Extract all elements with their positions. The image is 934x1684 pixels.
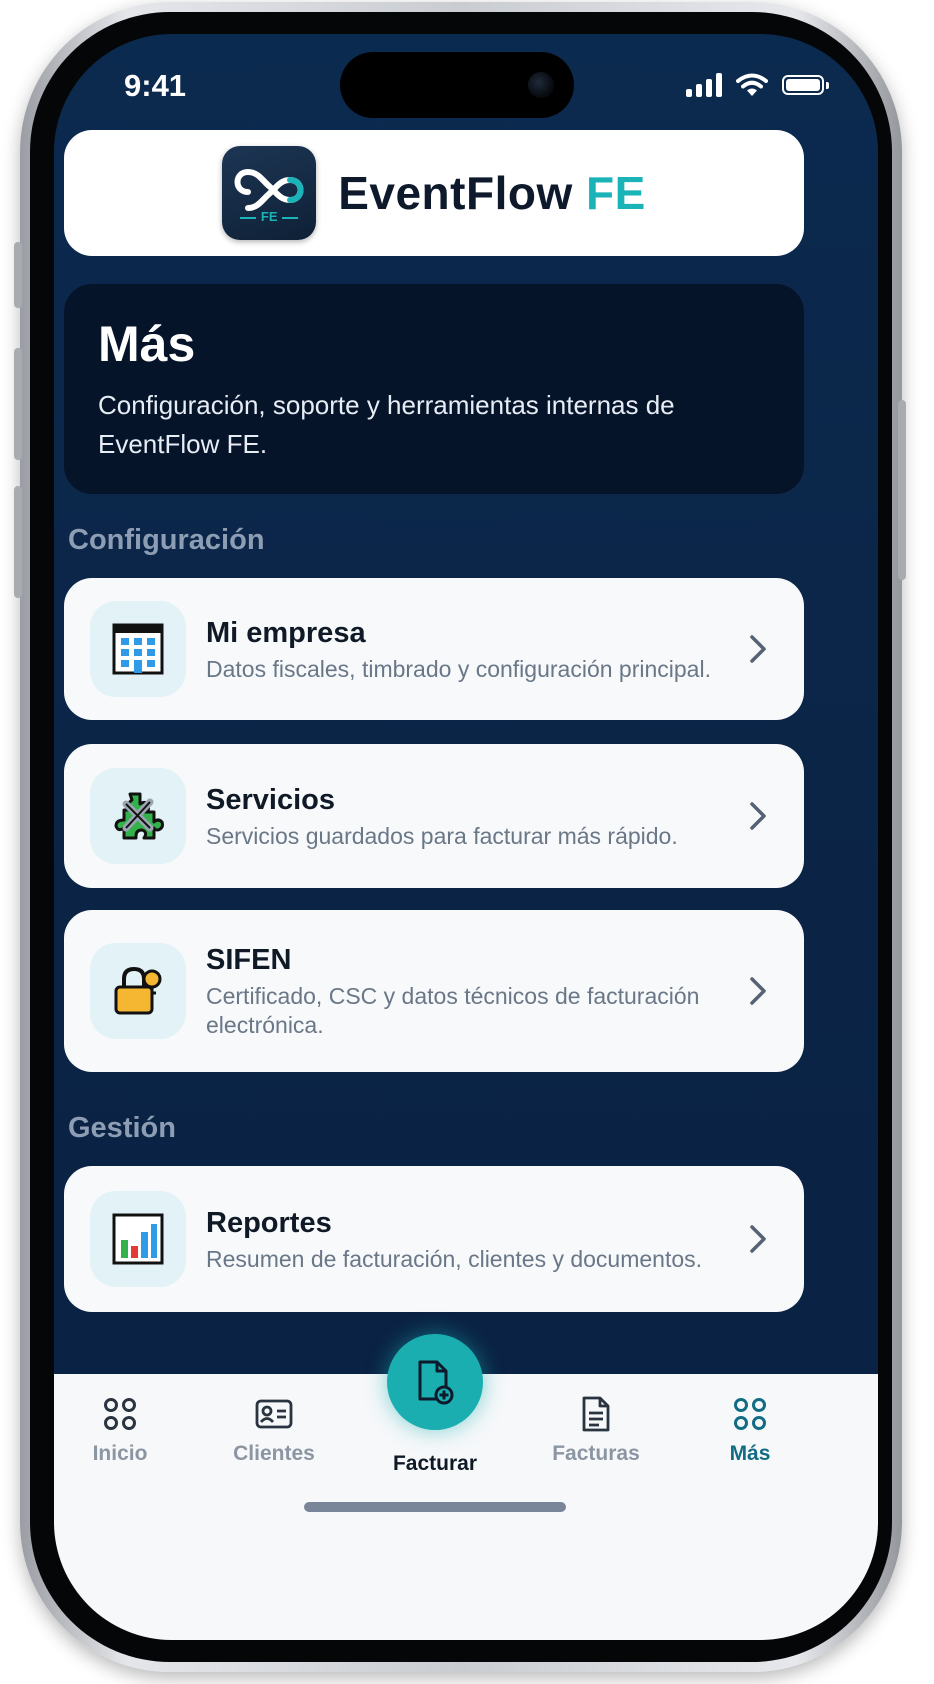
cellular-signal-icon	[686, 73, 722, 97]
chevron-right-icon	[738, 976, 778, 1006]
menu-item-title: Mi empresa	[206, 616, 366, 649]
lock-key-icon	[114, 966, 162, 1015]
section-header-configuracion: Configuración	[68, 524, 265, 556]
building-icon	[112, 623, 164, 675]
menu-item-mi-empresa[interactable]: Mi empresa Datos fiscales, timbrado y co…	[64, 578, 804, 720]
app-logo: FE	[222, 146, 317, 240]
document-icon	[536, 1390, 656, 1438]
facturar-fab-button[interactable]	[387, 1334, 483, 1430]
tab-label: Clientes	[233, 1442, 315, 1465]
menu-icon-container	[90, 1191, 186, 1287]
wifi-icon	[736, 73, 768, 96]
menu-icon-container	[90, 768, 186, 864]
tab-mas[interactable]: Más	[690, 1390, 810, 1466]
chevron-right-icon	[738, 1224, 778, 1254]
menu-text: Reportes Resumen de facturación, cliente…	[206, 1205, 738, 1274]
menu-item-description: Resumen de facturación, clientes y docum…	[206, 1245, 703, 1272]
app-header: FE EventFlow FE	[64, 130, 804, 256]
volume-down-button	[14, 486, 22, 598]
status-time: 9:41	[124, 68, 187, 103]
chevron-right-icon	[738, 634, 778, 664]
menu-item-description: Servicios guardados para facturar más rá…	[206, 822, 678, 849]
menu-text: SIFEN Certificado, CSC y datos técnicos …	[206, 942, 738, 1040]
menu-item-description: Datos fiscales, timbrado y configuración…	[206, 655, 711, 682]
screen: 9:41 FE EventFlow FE Más Configuración, …	[54, 34, 878, 1640]
volume-up-button	[14, 348, 22, 460]
menu-item-reportes[interactable]: Reportes Resumen de facturación, cliente…	[64, 1166, 804, 1312]
menu-icon-container	[90, 943, 186, 1039]
home-indicator[interactable]	[304, 1502, 566, 1512]
app-name: EventFlow FE	[338, 166, 646, 220]
grid-icon	[690, 1390, 810, 1438]
status-icons	[686, 70, 829, 100]
app-name-accent: FE	[586, 167, 646, 219]
tab-label: Facturas	[552, 1442, 640, 1465]
menu-item-servicios[interactable]: Servicios Servicios guardados para factu…	[64, 744, 804, 888]
app-name-main: EventFlow	[338, 167, 573, 219]
section-header-gestion: Gestión	[68, 1112, 176, 1144]
id-card-icon	[214, 1390, 334, 1438]
battery-icon	[782, 75, 829, 95]
menu-item-title: SIFEN	[206, 944, 292, 976]
tab-label: Facturar	[392, 1452, 478, 1475]
bar-chart-icon	[112, 1213, 164, 1265]
page-subtitle: Configuración, soporte y herramientas in…	[98, 390, 675, 459]
tab-label: Más	[729, 1442, 771, 1465]
puzzle-tools-icon	[114, 792, 164, 840]
grid-icon	[60, 1390, 180, 1438]
menu-text: Mi empresa Datos fiscales, timbrado y co…	[206, 615, 738, 684]
tab-label: Inicio	[92, 1442, 148, 1465]
menu-item-title: Reportes	[206, 1206, 332, 1239]
logo-text: FE	[260, 209, 278, 224]
menu-text: Servicios Servicios guardados para factu…	[206, 782, 738, 851]
tab-facturar[interactable]: Facturar	[375, 1448, 495, 1476]
power-button	[898, 400, 906, 580]
menu-icon-container	[90, 601, 186, 697]
menu-item-title: Servicios	[206, 783, 335, 816]
menu-item-sifen[interactable]: SIFEN Certificado, CSC y datos técnicos …	[64, 910, 804, 1072]
infinity-logo-icon	[234, 168, 304, 219]
action-button	[14, 242, 22, 308]
chevron-right-icon	[738, 801, 778, 831]
dynamic-island	[340, 52, 574, 118]
new-document-icon	[418, 1360, 454, 1405]
tab-inicio[interactable]: Inicio	[60, 1390, 180, 1466]
tab-facturas[interactable]: Facturas	[536, 1390, 656, 1466]
page-title: Más	[98, 316, 196, 372]
intro-card: Más Configuración, soporte y herramienta…	[64, 284, 804, 494]
tab-clientes[interactable]: Clientes	[214, 1390, 334, 1466]
camera-icon	[528, 72, 554, 98]
menu-item-description: Certificado, CSC y datos técnicos de fac…	[206, 983, 700, 1038]
